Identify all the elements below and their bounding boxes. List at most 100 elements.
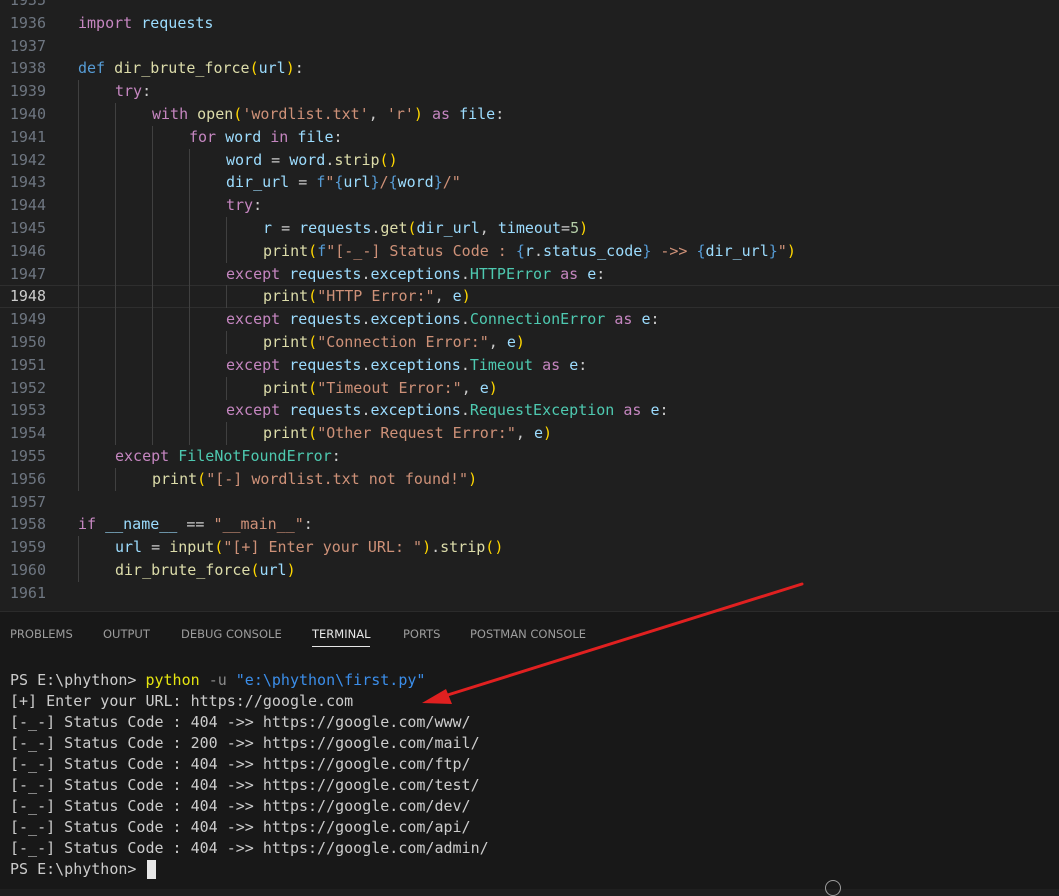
line-number: 1958: [9, 515, 46, 534]
code-text: except FileNotFoundError:: [115, 447, 341, 465]
tab-ports[interactable]: PORTS: [403, 626, 440, 646]
indent-guide: [189, 422, 190, 446]
indent-guide: [152, 171, 153, 195]
indent-guide: [115, 399, 116, 423]
code-line[interactable]: 1943 dir_url = f"{url}/{word}/": [0, 171, 1059, 195]
line-number: 1951: [9, 355, 46, 374]
indent-guide: [78, 217, 79, 240]
indent-guide: [152, 399, 153, 423]
code-line[interactable]: 1954 print("Other Request Error:", e): [0, 422, 1059, 446]
code-line[interactable]: 1957: [0, 491, 1059, 514]
code-line[interactable]: 1942 word = word.strip(): [0, 148, 1059, 172]
code-line[interactable]: 1939 try:: [0, 80, 1059, 104]
indent-guide: [189, 262, 190, 286]
code-text: try:: [226, 196, 263, 215]
line-number: 1947: [9, 264, 46, 283]
indent-guide: [78, 331, 79, 354]
indent-guide: [152, 331, 153, 354]
indent-guide: [152, 308, 153, 332]
indent-guide: [115, 125, 116, 149]
indent-guide: [78, 125, 79, 149]
indent-guide: [115, 217, 116, 240]
indent-guide: [78, 467, 79, 491]
code-line[interactable]: 1940 with open('wordlist.txt', 'r') as fi…: [0, 103, 1059, 126]
line-number: 1945: [9, 219, 46, 237]
code-line[interactable]: 1948 print("HTTP Error:", e): [0, 285, 1059, 309]
code-line[interactable]: 1935: [0, 0, 1059, 12]
code-text: except requests.exceptions.HTTPError as …: [226, 264, 606, 283]
terminal-output-line: [-_-] Status Code : 404 ->> https://goog…: [10, 713, 471, 731]
code-line[interactable]: 1945 r = requests.get(dir_url, timeout=5): [0, 217, 1059, 240]
tab-terminal[interactable]: TERMINAL: [312, 626, 371, 647]
line-number: 1940: [9, 105, 46, 123]
tab-problems[interactable]: PROBLEMS: [10, 626, 73, 646]
terminal-output-line: [-_-] Status Code : 404 ->> https://goog…: [10, 797, 471, 815]
code-text: url = input("[+] Enter your URL: ").stri…: [115, 538, 504, 557]
indent-guide: [189, 171, 190, 195]
tab-output[interactable]: OUTPUT: [103, 626, 150, 646]
code-text: print("[-] wordlist.txt not found!"): [152, 469, 478, 488]
tab-debug-console[interactable]: DEBUG CONSOLE: [181, 626, 282, 646]
panel-tab-bar: PROBLEMS OUTPUT DEBUG CONSOLE TERMINAL PORTS…: [0, 611, 1059, 656]
indent-guide: [152, 376, 153, 400]
indent-guide: [78, 171, 79, 195]
code-line[interactable]: 1953 except requests.exceptions.RequestEx…: [0, 399, 1059, 423]
code-editor[interactable]: 1935 1936 import requests 1937 1938 def dir_b…: [0, 0, 1059, 611]
line-number: 1950: [9, 333, 46, 351]
code-line[interactable]: 1938 def dir_brute_force(url):: [0, 57, 1059, 80]
code-line[interactable]: 1937: [0, 35, 1059, 58]
code-line[interactable]: 1960 dir_brute_force(url): [0, 559, 1059, 582]
status-bell-icon[interactable]: [825, 880, 841, 896]
code-line[interactable]: 1952 print("Timeout Error:", e): [0, 376, 1059, 400]
code-line[interactable]: 1959 url = input("[+] Enter your URL: ").…: [0, 536, 1059, 560]
terminal-output-line: [-_-] Status Code : 404 ->> https://goog…: [10, 776, 480, 794]
indent-guide: [78, 194, 79, 218]
code-text: with open('wordlist.txt', 'r') as file:: [152, 105, 505, 123]
terminal-output-line: [-_-] Status Code : 404 ->> https://goog…: [10, 755, 471, 773]
indent-guide: [115, 194, 116, 218]
indent-guide: [152, 217, 153, 240]
code-text: if __name__ == "__main__":: [78, 515, 313, 534]
line-number: 1955: [9, 447, 46, 465]
code-text: word = word.strip(): [226, 150, 398, 169]
indent-guide: [226, 239, 227, 263]
terminal-script-path: "e:\phython\first.py": [235, 671, 426, 689]
line-number: 1954: [9, 424, 46, 443]
code-line[interactable]: 1955 except FileNotFoundError:: [0, 445, 1059, 468]
terminal-panel[interactable]: PS E:\phython> python -u "e:\phython\fir…: [0, 656, 1059, 889]
indent-guide: [115, 331, 116, 354]
indent-guide: [115, 148, 116, 172]
code-line[interactable]: 1961: [0, 582, 1059, 605]
tab-postman-console[interactable]: POSTMAN CONSOLE: [470, 626, 586, 646]
code-line[interactable]: 1951 except requests.exceptions.Timeout a…: [0, 353, 1059, 377]
code-line[interactable]: 1941 for word in file:: [0, 125, 1059, 149]
terminal-active-prompt[interactable]: PS E:\phython>: [10, 859, 157, 880]
indent-guide: [189, 353, 190, 377]
code-line[interactable]: 1956 print("[-] wordlist.txt not found!"): [0, 467, 1059, 491]
indent-guide: [115, 171, 116, 195]
terminal-command-line: PS E:\phython> python -u "e:\phython\fir…: [10, 670, 425, 691]
code-text: except requests.exceptions.RequestExcept…: [226, 401, 669, 420]
indent-guide: [115, 467, 116, 491]
code-text: r = requests.get(dir_url, timeout=5): [263, 219, 589, 237]
code-line[interactable]: 1949 except requests.exceptions.Connectio…: [0, 308, 1059, 332]
indent-guide: [78, 80, 79, 104]
indent-guide: [189, 399, 190, 423]
indent-guide: [115, 308, 116, 332]
code-text: dir_brute_force(url): [115, 561, 296, 579]
indent-guide: [115, 262, 116, 286]
code-line[interactable]: 1946 print(f"[-_-] Status Code : {r.statu…: [0, 239, 1059, 263]
code-line[interactable]: 1944 try:: [0, 194, 1059, 218]
code-line[interactable]: 1936 import requests: [0, 12, 1059, 35]
indent-guide: [78, 445, 79, 468]
code-line[interactable]: 1950 print("Connection Error:", e): [0, 331, 1059, 354]
line-number: 1942: [9, 150, 46, 169]
indent-guide: [152, 194, 153, 218]
code-text: print("HTTP Error:", e): [263, 287, 471, 306]
code-line[interactable]: 1947 except requests.exceptions.HTTPError…: [0, 262, 1059, 286]
terminal-cursor: [147, 860, 157, 879]
indent-guide: [78, 239, 79, 263]
code-line[interactable]: 1958 if __name__ == "__main__":: [0, 513, 1059, 536]
code-text: print(f"[-_-] Status Code : {r.status_co…: [263, 241, 796, 260]
code-text: try:: [115, 82, 152, 101]
